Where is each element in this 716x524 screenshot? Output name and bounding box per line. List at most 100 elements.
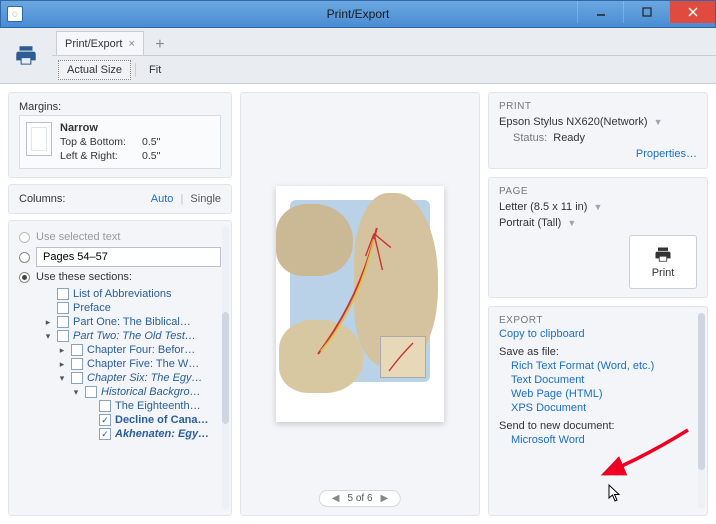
checkbox-icon[interactable] — [57, 316, 69, 328]
sections-tree: ▸List of Abbreviations ▸Preface ▸Part On… — [27, 287, 221, 441]
view-bar: Actual Size Fit — [52, 56, 716, 84]
close-tab-icon[interactable]: × — [128, 38, 134, 50]
margins-selector[interactable]: Narrow Top & Bottom: 0.5" Left & Right: 0.… — [19, 115, 221, 169]
pages-input[interactable] — [36, 247, 221, 267]
preview-column: ◀ 5 of 6 ▶ — [240, 92, 480, 516]
caret-icon[interactable]: ▸ — [43, 317, 53, 328]
printer-properties-link[interactable]: Properties… — [636, 148, 697, 160]
tree-item-hist[interactable]: ▾Historical Backgro… — [27, 385, 221, 399]
export-head: EXPORT — [499, 315, 697, 326]
tree-item-eighteenth[interactable]: ▸The Eighteenth… — [27, 399, 221, 413]
checkbox-icon[interactable] — [71, 372, 83, 384]
print-head: PRINT — [499, 101, 697, 112]
margin-tb-label: Top & Bottom: — [60, 136, 138, 148]
maximize-button[interactable] — [623, 1, 669, 23]
export-rtf[interactable]: Rich Text Format (Word, etc.) — [499, 360, 697, 372]
radio-label: Use selected text — [36, 231, 120, 243]
checkbox-icon[interactable] — [99, 414, 111, 426]
tree-item-akhenaten[interactable]: ▸Akhenaten: Egy… — [27, 427, 221, 441]
margin-lr-value: 0.5" — [142, 150, 160, 162]
document-tabs: Print/Export × + — [52, 28, 716, 56]
caret-icon[interactable]: ▾ — [43, 331, 53, 342]
columns-panel: Columns: Auto | Single — [8, 184, 232, 214]
page-size-select[interactable]: Letter (8.5 x 11 in) ▼ — [499, 201, 697, 213]
view-actual-size-button[interactable]: Actual Size — [58, 60, 131, 80]
print-panel: PRINT Epson Stylus NX620(Network) ▼ Stat… — [488, 92, 708, 169]
radio-pages[interactable] — [19, 247, 221, 267]
tree-item-abbrev[interactable]: ▸List of Abbreviations — [27, 287, 221, 301]
left-column: Margins: Narrow Top & Bottom: 0.5" Left &… — [8, 92, 232, 516]
window-controls — [577, 1, 715, 23]
margins-name: Narrow — [60, 122, 160, 134]
tree-item-part2[interactable]: ▾Part Two: The Old Test… — [27, 329, 221, 343]
add-tab-button[interactable]: + — [148, 35, 172, 55]
checkbox-icon[interactable] — [57, 330, 69, 342]
window-title: Print/Export — [327, 7, 390, 21]
printer-select[interactable]: Epson Stylus NX620(Network) ▼ — [499, 116, 697, 128]
tree-item-preface[interactable]: ▸Preface — [27, 301, 221, 315]
caret-icon[interactable]: ▾ — [57, 373, 67, 384]
tree-scrollbar[interactable] — [222, 227, 229, 509]
dropdown-icon: ▼ — [567, 218, 576, 228]
radio-label: Use these sections: — [36, 271, 132, 283]
pager-text: 5 of 6 — [347, 493, 372, 504]
page-size: Letter (8.5 x 11 in) — [499, 201, 587, 213]
printer-icon — [652, 245, 674, 265]
export-xps[interactable]: XPS Document — [499, 402, 697, 414]
columns-auto-link[interactable]: Auto — [151, 193, 174, 205]
export-html[interactable]: Web Page (HTML) — [499, 388, 697, 400]
export-word[interactable]: Microsoft Word — [499, 434, 697, 446]
radio-icon — [19, 252, 30, 263]
close-button[interactable] — [669, 1, 715, 23]
export-copy-clipboard[interactable]: Copy to clipboard — [499, 328, 697, 340]
checkbox-icon[interactable] — [99, 428, 111, 440]
margins-head: Margins: — [19, 101, 221, 113]
main-area: Margins: Narrow Top & Bottom: 0.5" Left &… — [0, 84, 716, 524]
checkbox-icon[interactable] — [57, 302, 69, 314]
checkbox-icon[interactable] — [85, 386, 97, 398]
columns-single-link[interactable]: Single — [190, 193, 221, 205]
tree-item-decline[interactable]: ▸Decline of Cana… — [27, 413, 221, 427]
radio-use-sections[interactable]: Use these sections: — [19, 271, 221, 283]
checkbox-icon[interactable] — [71, 358, 83, 370]
page-panel: PAGE Letter (8.5 x 11 in) ▼ Portrait (Ta… — [488, 177, 708, 298]
margin-lr-label: Left & Right: — [60, 150, 138, 162]
print-button-label: Print — [652, 267, 675, 279]
margin-tb-value: 0.5" — [142, 136, 160, 148]
radio-icon — [19, 232, 30, 243]
page-head: PAGE — [499, 186, 697, 197]
app-icon: ◌ — [7, 6, 23, 22]
checkbox-icon[interactable] — [99, 400, 111, 412]
print-button[interactable]: Print — [629, 235, 697, 289]
radio-use-selected-text[interactable]: Use selected text — [19, 231, 221, 243]
checkbox-icon[interactable] — [57, 288, 69, 300]
minimize-button[interactable] — [577, 1, 623, 23]
page-thumbnail-icon — [26, 122, 52, 156]
map-preview — [290, 200, 430, 382]
caret-icon[interactable]: ▾ — [71, 387, 81, 398]
preview-page[interactable] — [276, 186, 444, 422]
export-scrollbar[interactable] — [698, 313, 705, 509]
toolbar: Print/Export × + Actual Size Fit — [0, 28, 716, 84]
tree-item-ch4[interactable]: ▸Chapter Four: Befor… — [27, 343, 221, 357]
caret-icon[interactable]: ▸ — [57, 359, 67, 370]
status-value: Ready — [553, 132, 585, 144]
window-titlebar: ◌ Print/Export — [0, 0, 716, 28]
margins-panel: Margins: Narrow Top & Bottom: 0.5" Left &… — [8, 92, 232, 178]
status-label: Status: — [513, 132, 547, 144]
pager-next-button[interactable]: ▶ — [381, 493, 389, 504]
checkbox-icon[interactable] — [71, 344, 83, 356]
tree-item-ch6[interactable]: ▾Chapter Six: The Egy… — [27, 371, 221, 385]
export-txt[interactable]: Text Document — [499, 374, 697, 386]
page-orientation: Portrait (Tall) — [499, 217, 561, 229]
view-fit-button[interactable]: Fit — [140, 60, 170, 80]
tree-item-part1[interactable]: ▸Part One: The Biblical… — [27, 315, 221, 329]
page-orientation-select[interactable]: Portrait (Tall) ▼ — [499, 217, 697, 229]
caret-icon[interactable]: ▸ — [57, 345, 67, 356]
pager-prev-button[interactable]: ◀ — [332, 493, 340, 504]
printer-toolbar-icon — [0, 28, 52, 83]
doc-tab-printexport[interactable]: Print/Export × — [56, 31, 144, 55]
mouse-cursor — [608, 484, 622, 502]
tree-item-ch5[interactable]: ▸Chapter Five: The W… — [27, 357, 221, 371]
export-saveas-label: Save as file: — [499, 346, 697, 358]
